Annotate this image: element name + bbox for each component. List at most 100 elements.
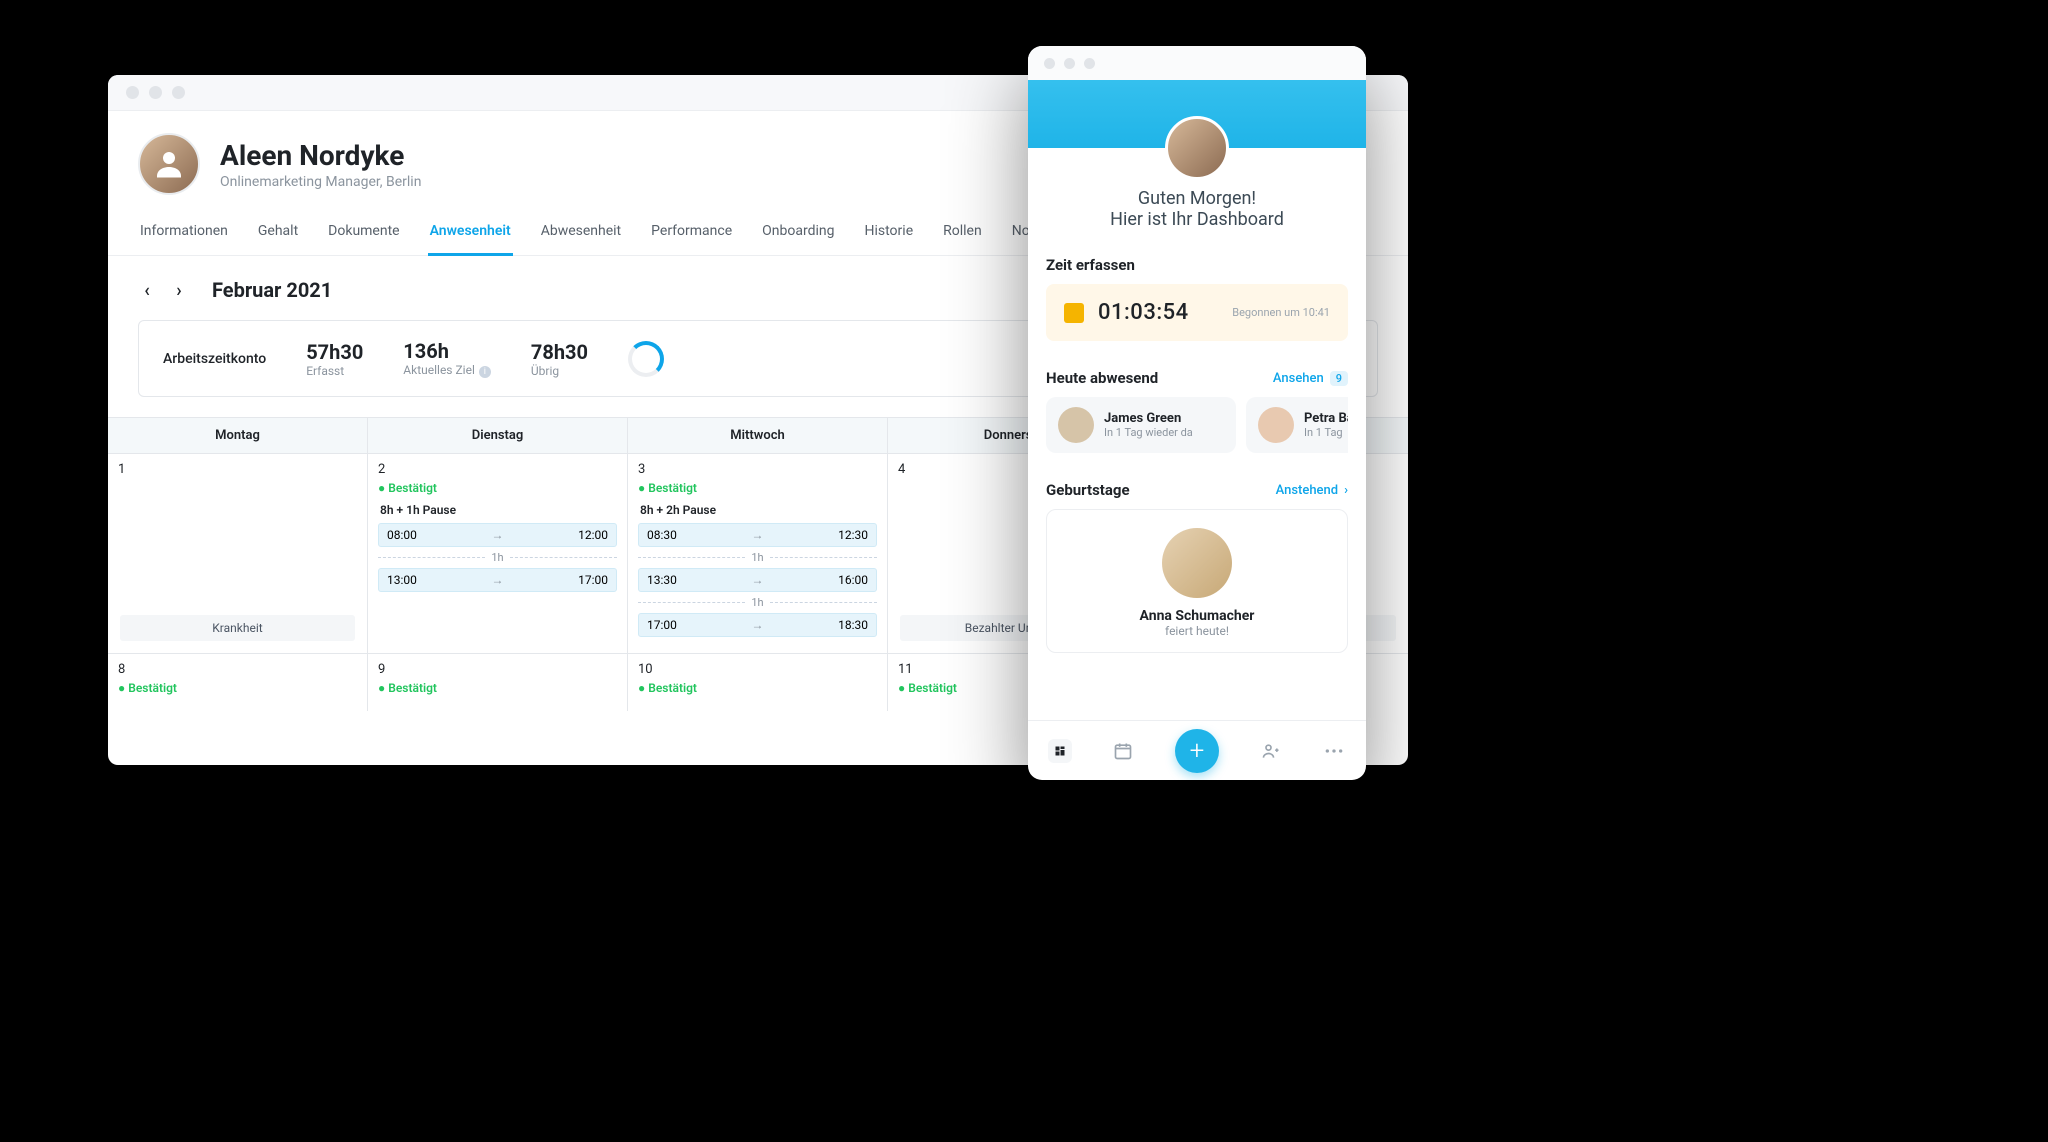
bday-card[interactable]: Anna Schumacher feiert heute! — [1046, 509, 1348, 653]
absent-count-badge: 9 — [1330, 371, 1348, 386]
timer-heading: Zeit erfassen — [1046, 256, 1348, 274]
arrow-right-icon: → — [752, 618, 764, 632]
calendar-day[interactable]: 2 Bestätigt 8h + 1h Pause 08:00 → 12:00 … — [368, 454, 628, 654]
traffic-light-minimize-icon[interactable] — [1064, 58, 1075, 69]
break-label: 1h — [638, 596, 877, 609]
tab-dokumente[interactable]: Dokumente — [326, 213, 401, 255]
absent-heading-row: Heute abwesend Ansehen 9 — [1046, 369, 1348, 387]
time-block[interactable]: 08:00 → 12:00 — [378, 523, 617, 547]
stop-timer-button[interactable] — [1064, 303, 1084, 323]
traffic-light-zoom-icon[interactable] — [172, 86, 185, 99]
absent-heading: Heute abwesend — [1046, 369, 1158, 387]
traffic-light-close-icon[interactable] — [126, 86, 139, 99]
break-label: 1h — [638, 551, 877, 564]
bday-heading-row: Geburtstage Anstehend › — [1046, 481, 1348, 499]
day-number: 3 — [638, 462, 877, 477]
absent-card[interactable]: James Green In 1 Tag wieder da — [1046, 397, 1236, 453]
bday-upcoming-link[interactable]: Anstehend › — [1276, 483, 1348, 498]
ziel-caption: Aktuelles Zieli — [403, 363, 491, 378]
schedule-label: 8h + 2h Pause — [640, 503, 877, 517]
timer-caption: Begonnen um 10:41 — [1232, 306, 1330, 319]
status-badge: Bestätigt — [378, 681, 617, 695]
tab-historie[interactable]: Historie — [863, 213, 916, 255]
timer-value: 01:03:54 — [1098, 300, 1189, 325]
status-badge: Bestätigt — [638, 681, 877, 695]
info-icon[interactable]: i — [479, 366, 491, 378]
avatar — [1258, 407, 1294, 443]
tab-anwesenheit[interactable]: Anwesenheit — [428, 213, 513, 256]
fab-add-button[interactable]: + — [1175, 729, 1219, 773]
month-label: Februar 2021 — [212, 278, 332, 302]
calendar-day[interactable]: 3 Bestätigt 8h + 2h Pause 08:30 → 12:30 … — [628, 454, 888, 654]
avatar[interactable] — [138, 133, 200, 195]
next-month-button[interactable]: › — [170, 281, 188, 299]
day-number: 1 — [118, 462, 357, 477]
tab-onboarding[interactable]: Onboarding — [760, 213, 836, 255]
bottom-nav: + — [1028, 720, 1366, 780]
greeting: Guten Morgen! Hier ist Ihr Dashboard — [1028, 188, 1366, 246]
day-number: 10 — [638, 662, 877, 677]
arrow-right-icon: → — [492, 528, 504, 542]
absent-sub: In 1 Tag wieder da — [1104, 426, 1193, 439]
erfasst-caption: Erfasst — [306, 364, 363, 378]
tab-performance[interactable]: Performance — [649, 213, 734, 255]
nav-people-icon[interactable] — [1259, 739, 1283, 763]
absent-list: James Green In 1 Tag wieder da Petra Ba … — [1046, 397, 1348, 471]
absent-sub: In 1 Tag — [1304, 426, 1348, 439]
prev-month-button[interactable]: ‹ — [138, 281, 156, 299]
timer-card[interactable]: 01:03:54 Begonnen um 10:41 — [1046, 284, 1348, 341]
window-chrome — [1028, 46, 1366, 80]
bday-heading: Geburtstage — [1046, 481, 1130, 499]
arrow-right-icon: → — [752, 528, 764, 542]
calendar-day[interactable]: 9 Bestätigt — [368, 654, 628, 711]
arrow-right-icon: → — [752, 573, 764, 587]
mobile-app-window: Guten Morgen! Hier ist Ihr Dashboard Zei… — [1028, 46, 1366, 780]
time-block[interactable]: 13:30 → 16:00 — [638, 568, 877, 592]
greeting-line1: Guten Morgen! — [1048, 188, 1346, 209]
profile-name: Aleen Nordyke — [220, 139, 421, 172]
time-block[interactable]: 13:00 → 17:00 — [378, 568, 617, 592]
nav-more-icon[interactable] — [1322, 739, 1346, 763]
bday-name: Anna Schumacher — [1057, 608, 1337, 624]
traffic-light-close-icon[interactable] — [1044, 58, 1055, 69]
progress-ring-icon — [628, 341, 664, 377]
absent-name: Petra Ba — [1304, 411, 1348, 426]
tab-informationen[interactable]: Informationen — [138, 213, 230, 255]
profile-subtitle: Onlinemarketing Manager, Berlin — [220, 174, 421, 190]
tab-abwesenheit[interactable]: Abwesenheit — [539, 213, 623, 255]
time-block[interactable]: 08:30 → 12:30 — [638, 523, 877, 547]
greeting-line2: Hier ist Ihr Dashboard — [1048, 209, 1346, 230]
event-banner[interactable]: Krankheit — [120, 615, 355, 641]
calendar-day[interactable]: 1 Krankheit — [108, 454, 368, 654]
bday-sub: feiert heute! — [1057, 624, 1337, 638]
day-number: 9 — [378, 662, 617, 677]
nav-calendar-icon[interactable] — [1111, 739, 1135, 763]
nav-dashboard-icon[interactable] — [1048, 739, 1072, 763]
day-number: 2 — [378, 462, 617, 477]
avatar — [1058, 407, 1094, 443]
hero-banner — [1028, 80, 1366, 148]
time-block[interactable]: 17:00 → 18:30 — [638, 613, 877, 637]
absent-name: James Green — [1104, 411, 1193, 426]
chevron-right-icon: › — [1344, 483, 1348, 498]
status-badge: Bestätigt — [378, 481, 617, 495]
uebrig-value: 78h30 — [531, 340, 588, 364]
weekday-col: Montag — [108, 418, 368, 453]
absent-view-all-link[interactable]: Ansehen 9 — [1273, 371, 1348, 386]
tab-rollen[interactable]: Rollen — [941, 213, 984, 255]
avatar[interactable] — [1165, 116, 1229, 180]
calendar-day[interactable]: 10 Bestätigt — [628, 654, 888, 711]
calendar-day[interactable]: 8 Bestätigt — [108, 654, 368, 711]
day-number: 8 — [118, 662, 357, 677]
tab-gehalt[interactable]: Gehalt — [256, 213, 300, 255]
status-badge: Bestätigt — [118, 681, 357, 695]
status-badge: Bestätigt — [638, 481, 877, 495]
weekday-col: Mittwoch — [628, 418, 888, 453]
absent-card[interactable]: Petra Ba In 1 Tag — [1246, 397, 1348, 453]
avatar — [1162, 528, 1232, 598]
arbeitszeitkonto-card: Arbeitszeitkonto 57h30 Erfasst 136h Aktu… — [138, 320, 1119, 397]
traffic-light-minimize-icon[interactable] — [149, 86, 162, 99]
traffic-light-zoom-icon[interactable] — [1084, 58, 1095, 69]
weekday-col: Dienstag — [368, 418, 628, 453]
break-label: 1h — [378, 551, 617, 564]
